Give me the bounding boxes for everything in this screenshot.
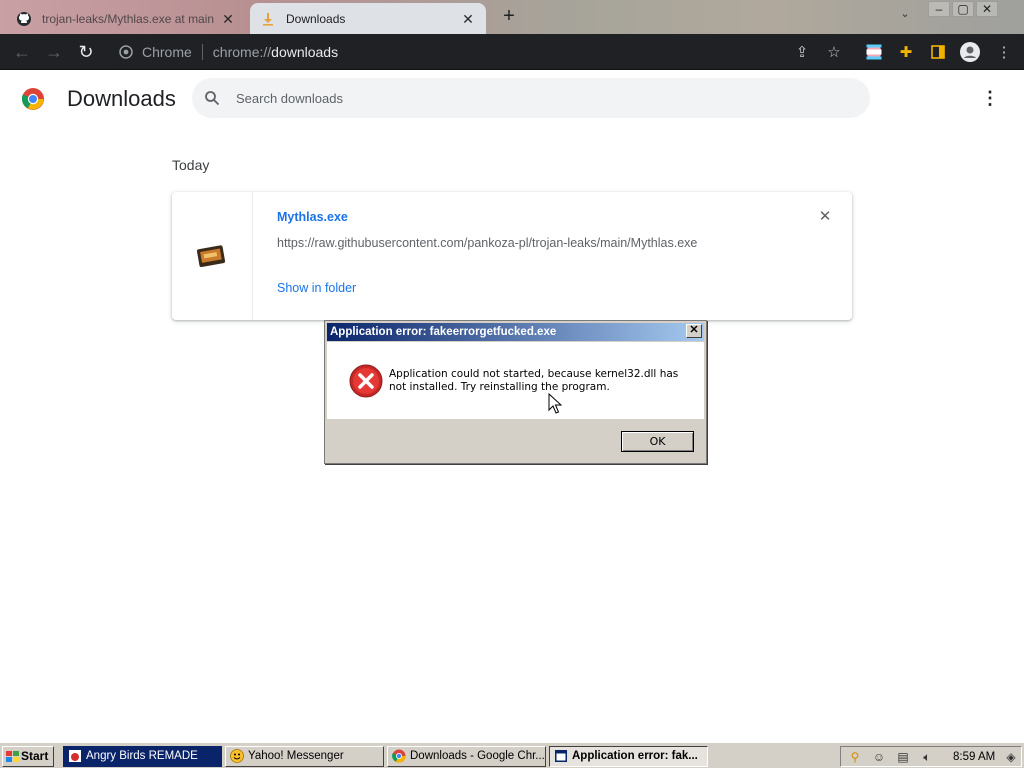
- chrome-page-icon: [118, 44, 134, 60]
- dialog-close-button[interactable]: ✕: [686, 324, 702, 338]
- chrome-icon: [392, 749, 406, 763]
- taskbar-item-chrome[interactable]: Downloads - Google Chr...: [387, 746, 546, 767]
- divider: [201, 44, 203, 60]
- start-label: Start: [21, 749, 49, 763]
- dialog-message: Application could not started, because k…: [389, 368, 679, 393]
- date-section-label: Today: [172, 157, 210, 173]
- window-controls: – ▢ ✕: [928, 1, 998, 17]
- remove-download-icon[interactable]: ✕: [817, 209, 833, 225]
- forward-arrow-icon[interactable]: →: [44, 42, 64, 62]
- chrome-menu-icon[interactable]: ⋮: [994, 42, 1014, 62]
- extensions-puzzle-icon[interactable]: ✚: [896, 42, 916, 62]
- url-path: downloads: [271, 44, 339, 60]
- maximize-button[interactable]: ▢: [952, 1, 974, 17]
- url-scheme: chrome://: [212, 44, 272, 60]
- taskbar-item-angry-birds[interactable]: Angry Birds REMADE: [63, 746, 222, 767]
- minimize-button[interactable]: –: [928, 1, 950, 17]
- messenger-tray-icon[interactable]: ☺: [871, 749, 887, 765]
- dialog-title: Application error: fakeerrorgetfucked.ex…: [327, 323, 704, 341]
- profile-flag-icon[interactable]: [864, 42, 884, 62]
- search-icon[interactable]: ⚲: [847, 749, 863, 765]
- chrome-logo-icon: [21, 87, 45, 111]
- angry-birds-icon: [69, 750, 81, 762]
- site-label: Chrome: [142, 44, 192, 60]
- search-icon: [204, 89, 222, 107]
- side-panel-icon[interactable]: [928, 42, 948, 62]
- tray-app-icon[interactable]: ◈: [1003, 749, 1019, 765]
- ok-button[interactable]: OK: [621, 431, 694, 452]
- error-icon: [349, 364, 383, 398]
- task-label: Application error: fak...: [572, 750, 698, 762]
- search-downloads-box[interactable]: [192, 78, 870, 118]
- account-avatar-icon[interactable]: [960, 42, 980, 62]
- dialog-body: Application could not started, because k…: [327, 342, 704, 419]
- tab-title: trojan-leaks/Mythlas.exe at main: [42, 11, 215, 26]
- network-icon[interactable]: ▤: [895, 749, 911, 765]
- taskbar-item-application-error[interactable]: Application error: fak...: [549, 746, 708, 767]
- page-title: Downloads: [67, 86, 176, 111]
- close-icon[interactable]: ✕: [460, 11, 476, 27]
- share-icon[interactable]: ⇪: [792, 42, 812, 62]
- mouse-cursor-icon: [548, 393, 562, 414]
- search-input[interactable]: [236, 90, 836, 106]
- file-source-url[interactable]: https://raw.githubusercontent.com/pankoz…: [277, 236, 697, 250]
- close-icon[interactable]: ✕: [220, 11, 236, 27]
- executable-file-icon: [196, 245, 226, 267]
- yahoo-messenger-icon: [230, 749, 244, 763]
- error-dialog: Application error: fakeerrorgetfucked.ex…: [324, 320, 707, 464]
- clock: 8:59 AM: [953, 751, 996, 763]
- volume-icon[interactable]: 🔈︎: [919, 749, 935, 765]
- download-item-card: Mythlas.exe https://raw.githubuserconten…: [172, 192, 852, 320]
- tab-github[interactable]: trojan-leaks/Mythlas.exe at main ✕: [6, 3, 246, 34]
- new-tab-button[interactable]: +: [498, 6, 520, 28]
- task-label: Angry Birds REMADE: [86, 750, 198, 762]
- more-options-icon[interactable]: ⋮: [980, 88, 1000, 108]
- tab-title: Downloads: [286, 11, 346, 26]
- tab-strip: trojan-leaks/Mythlas.exe at main ✕ Downl…: [0, 0, 1024, 34]
- address-bar[interactable]: Chrome chrome:// downloads: [108, 38, 878, 66]
- tab-search-chevron-icon[interactable]: ⌄: [896, 7, 914, 25]
- back-arrow-icon[interactable]: ←: [12, 42, 32, 62]
- github-icon: [16, 11, 32, 27]
- task-label: Yahoo! Messenger: [248, 750, 344, 762]
- start-button[interactable]: Start: [2, 746, 54, 767]
- windows-flag-icon: [6, 751, 19, 762]
- reload-icon[interactable]: ↻: [76, 42, 96, 62]
- show-in-folder-link[interactable]: Show in folder: [277, 281, 356, 295]
- close-window-button[interactable]: ✕: [976, 1, 998, 17]
- star-icon[interactable]: ☆: [824, 42, 844, 62]
- system-tray: ⚲ ☺ ▤ 🔈︎ 8:59 AM ◈: [840, 746, 1022, 767]
- tab-downloads[interactable]: Downloads ✕: [250, 3, 486, 34]
- taskbar: Start Angry Birds REMADE Yahoo! Messenge…: [0, 742, 1024, 768]
- task-label: Downloads - Google Chr...: [410, 750, 545, 762]
- downloads-header: Downloads ⋮: [0, 70, 1024, 126]
- taskbar-item-yahoo-messenger[interactable]: Yahoo! Messenger: [225, 746, 384, 767]
- app-error-icon: [555, 750, 567, 762]
- download-icon: [260, 11, 276, 27]
- file-icon-column: [172, 192, 253, 320]
- file-name-link[interactable]: Mythlas.exe: [277, 210, 348, 224]
- browser-toolbar: ← → ↻ Chrome chrome:// downloads ⇪ ☆ ✚ ⋮: [0, 34, 1024, 70]
